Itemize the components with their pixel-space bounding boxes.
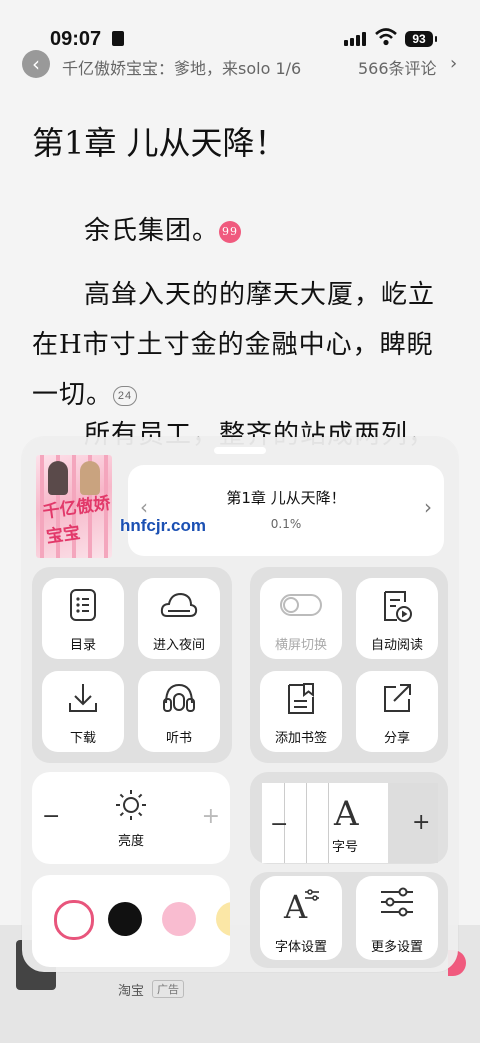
drag-handle[interactable]: [214, 447, 266, 454]
chevron-right-icon[interactable]: ›: [450, 53, 457, 74]
next-chapter-button[interactable]: ›: [424, 495, 432, 519]
font-settings-button[interactable]: A 字体设置: [260, 876, 342, 960]
download-icon: [42, 681, 124, 717]
landscape-toggle-button[interactable]: 横屏切换: [260, 578, 342, 659]
settings-group: A 字体设置 更多设置: [250, 872, 448, 968]
list-icon: [42, 588, 124, 624]
svg-text:A: A: [283, 888, 308, 922]
bg-color-yellow[interactable]: [216, 902, 230, 936]
comment-count-badge[interactable]: 24: [113, 386, 138, 406]
bg-color-black[interactable]: [108, 902, 142, 936]
back-button[interactable]: ‹: [22, 50, 50, 78]
reader-top-bar: ‹ 千亿傲娇宝宝：爹地，来solo 1/6 566条评论 ›: [0, 50, 480, 80]
sun-icon: [114, 788, 148, 826]
headphones-icon: [138, 681, 220, 717]
download-button[interactable]: 下载: [42, 671, 124, 752]
status-bar: 09:07 93: [0, 0, 480, 50]
paragraph: 高耸入天的的摩天大厦，屹立在H市寸土寸金的金融中心，睥睨一切。 24: [32, 280, 436, 410]
book-title: 千亿傲娇宝宝：爹地，来solo 1/6: [62, 59, 302, 78]
share-button[interactable]: 分享: [356, 671, 438, 752]
night-mode-button[interactable]: 进入夜间: [138, 578, 220, 659]
add-bookmark-button[interactable]: 添加书签: [260, 671, 342, 752]
font-size-decrease-button[interactable]: −: [270, 812, 288, 837]
bookmark-icon: [260, 681, 342, 717]
auto-read-icon: [356, 588, 438, 624]
chapter-card-title: 第1章 儿从天降！: [226, 489, 346, 507]
listen-button[interactable]: 听书: [138, 671, 220, 752]
bg-color-pink[interactable]: [162, 902, 196, 936]
background-color-picker: [32, 875, 230, 967]
clock: 09:07: [50, 28, 102, 50]
book-cover[interactable]: 千亿傲娇 宝宝: [36, 455, 112, 558]
wifi-icon: [375, 28, 397, 51]
brightness-slider[interactable]: − 亮度 +: [32, 772, 230, 864]
battery-indicator: 93: [405, 31, 437, 47]
font-size-increase-button[interactable]: +: [412, 810, 430, 835]
menu-group-right: 横屏切换 自动阅读 添加书签 分享: [250, 567, 448, 763]
auto-read-button[interactable]: 自动阅读: [356, 578, 438, 659]
chapter-card[interactable]: ‹ 第1章 儿从天降！ 0.1% ›: [128, 465, 444, 556]
signal-icon: [344, 32, 368, 46]
sliders-icon: [356, 886, 438, 922]
font-size-label: 字号: [332, 840, 359, 855]
ad-name: 淘宝: [118, 984, 145, 999]
cloud-icon: [138, 588, 220, 624]
paragraph: 余氏集团。 99: [32, 206, 452, 256]
brightness-increase-button[interactable]: +: [202, 804, 220, 829]
watermark: hnfcjr.com: [120, 516, 206, 535]
ad-tag: 广告: [152, 980, 184, 998]
bg-color-white[interactable]: [54, 900, 94, 940]
toggle-icon: [260, 588, 342, 624]
font-size-icon: A: [334, 794, 359, 834]
share-icon: [356, 681, 438, 717]
font-settings-icon: A: [260, 886, 342, 926]
menu-group-left: 目录 进入夜间 下载 听书: [32, 567, 232, 763]
person-icon: [112, 31, 124, 46]
comment-count-badge[interactable]: 99: [219, 221, 242, 243]
chapter-title: 第1章 儿从天降！: [32, 124, 287, 162]
catalog-button[interactable]: 目录: [42, 578, 124, 659]
brightness-label: 亮度: [117, 834, 144, 849]
comments-link[interactable]: 566条评论: [358, 55, 437, 79]
brightness-decrease-button[interactable]: −: [42, 804, 60, 829]
more-settings-button[interactable]: 更多设置: [356, 876, 438, 960]
